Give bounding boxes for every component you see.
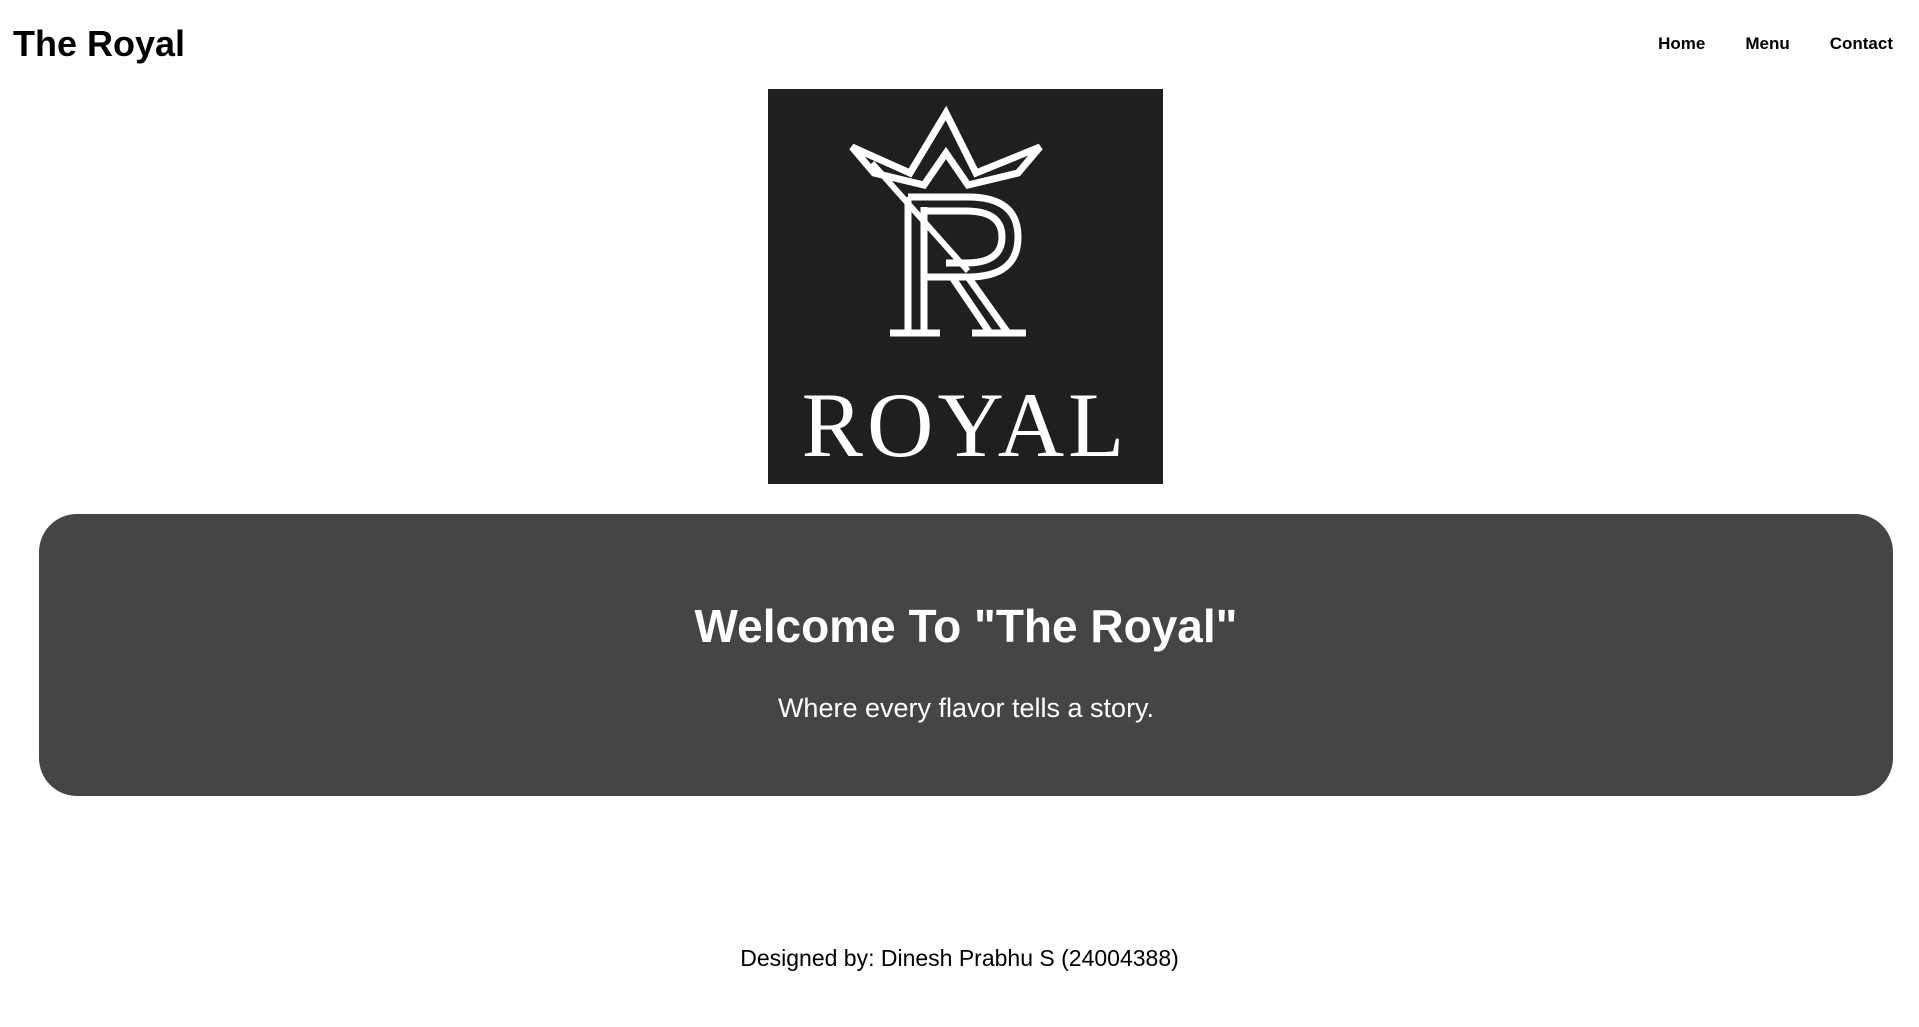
logo-wordmark: ROYAL [802, 374, 1129, 476]
royal-logo: ROYAL [768, 89, 1163, 484]
crown-r-monogram-icon: ROYAL [802, 105, 1129, 476]
site-title: The Royal [13, 23, 186, 64]
site-header: The Royal Home Menu Contact [0, 0, 1919, 88]
footer-credit: Designed by: Dinesh Prabhu S (24004388) [740, 945, 1179, 971]
hero-title: Welcome To "The Royal" [694, 600, 1238, 652]
main-nav: Home Menu Contact [1658, 30, 1893, 58]
nav-link-home[interactable]: Home [1658, 30, 1705, 58]
nav-link-contact[interactable]: Contact [1830, 30, 1893, 58]
welcome-banner: Welcome To "The Royal" Where every flavo… [39, 514, 1893, 796]
hero-subtitle: Where every flavor tells a story. [777, 693, 1155, 723]
nav-link-menu[interactable]: Menu [1745, 30, 1789, 58]
page: The Royal Home Menu Contact ROYAL Welcom… [0, 0, 1919, 1027]
